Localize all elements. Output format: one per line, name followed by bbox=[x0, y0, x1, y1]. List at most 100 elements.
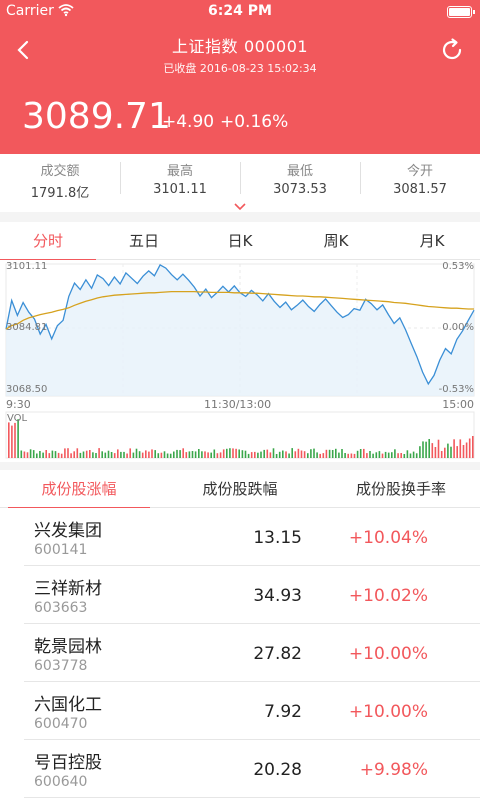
volume-bar bbox=[456, 446, 458, 458]
volume-bar bbox=[210, 452, 212, 458]
volume-bar bbox=[36, 453, 38, 458]
volume-bar bbox=[194, 451, 197, 458]
price-change-percent: +0.16% bbox=[220, 112, 289, 132]
volume-bar bbox=[85, 450, 88, 458]
volume-bar bbox=[437, 439, 440, 458]
volume-bar bbox=[219, 452, 222, 458]
volume-bar bbox=[182, 448, 184, 458]
volume-bar bbox=[39, 451, 41, 458]
refresh-icon[interactable] bbox=[438, 36, 466, 64]
x-axis-mid-label: 11:30/13:00 bbox=[204, 398, 272, 411]
volume-bar bbox=[20, 450, 23, 458]
tab-five-day[interactable]: 五日 bbox=[96, 222, 192, 260]
volume-bar bbox=[226, 448, 228, 458]
intraday-chart[interactable]: 3101.11 3084.81 3068.50 0.53% 0.00% -0.5… bbox=[0, 260, 480, 462]
volume-bar bbox=[462, 445, 465, 458]
volume-bar bbox=[8, 422, 10, 458]
volume-bar bbox=[412, 451, 415, 458]
constituent-list: 兴发集团 600141 13.15 +10.04% 三祥新材 603663 34… bbox=[0, 508, 480, 800]
stat-label: 今开 bbox=[406, 164, 433, 179]
y-axis-right-low-label: -0.53% bbox=[438, 384, 474, 395]
volume-bar bbox=[254, 451, 256, 458]
volume-bar bbox=[23, 451, 26, 458]
tab-turnover-rate[interactable]: 成份股换手率 bbox=[326, 470, 476, 508]
volume-bar bbox=[425, 441, 427, 458]
volume-bar bbox=[325, 449, 328, 458]
volume-bar bbox=[54, 451, 57, 458]
volume-bar bbox=[291, 448, 293, 458]
volume-bar bbox=[104, 452, 107, 458]
stat-value: 3101.11 bbox=[153, 182, 207, 197]
tab-intraday[interactable]: 分时 bbox=[0, 222, 96, 261]
volume-bar bbox=[107, 450, 110, 458]
tab-top-gainers[interactable]: 成份股涨幅 bbox=[4, 470, 154, 509]
volume-bar bbox=[135, 448, 138, 458]
stats-row: 成交额 1791.8亿 最高 3101.11 最低 3073.53 今开 308… bbox=[0, 154, 480, 212]
volume-bar bbox=[378, 451, 381, 458]
stock-code: 600640 bbox=[34, 774, 88, 790]
volume-bar bbox=[338, 452, 340, 458]
status-time: 6:24 PM bbox=[208, 3, 272, 19]
volume-bar bbox=[434, 447, 437, 458]
volume-bar bbox=[275, 454, 278, 458]
volume-bar bbox=[341, 449, 343, 458]
volume-bar bbox=[406, 450, 409, 458]
tab-top-losers[interactable]: 成份股跌幅 bbox=[165, 470, 315, 508]
volume-bar bbox=[310, 449, 312, 458]
y-axis-mid-label: 3084.81 bbox=[6, 322, 48, 333]
stock-price: 27.82 bbox=[253, 644, 302, 664]
list-item[interactable]: 六国化工 600470 7.92 +10.00% bbox=[0, 682, 480, 740]
y-axis-high-label: 3101.11 bbox=[6, 261, 48, 272]
volume-bar bbox=[45, 450, 47, 458]
tab-weekly-k[interactable]: 周K bbox=[288, 222, 384, 260]
volume-bar bbox=[272, 448, 275, 458]
stat-open: 今开 3081.57 bbox=[360, 154, 480, 202]
volume-bar bbox=[64, 448, 66, 458]
volume-bar bbox=[266, 449, 269, 458]
volume-bar bbox=[145, 450, 147, 458]
list-item[interactable]: 号百控股 600640 20.28 +9.98% bbox=[0, 740, 480, 798]
volume-bar bbox=[366, 453, 368, 458]
list-item[interactable]: 兴发集团 600141 13.15 +10.04% bbox=[0, 508, 480, 566]
tab-daily-k[interactable]: 日K bbox=[192, 222, 288, 260]
stock-name: 号百控股 bbox=[34, 753, 102, 773]
volume-bar bbox=[235, 448, 237, 458]
list-item[interactable]: 乾景园林 603778 27.82 +10.00% bbox=[0, 624, 480, 682]
tab-monthly-k[interactable]: 月K bbox=[384, 222, 480, 260]
volume-bar bbox=[303, 451, 306, 458]
stock-name: 三祥新材 bbox=[34, 579, 102, 599]
volume-bar bbox=[232, 448, 234, 458]
stat-low: 最低 3073.53 bbox=[240, 154, 360, 202]
volume-bar bbox=[397, 453, 399, 458]
volume-bar bbox=[356, 450, 359, 458]
volume-bar bbox=[82, 451, 85, 458]
chart-canvas bbox=[5, 263, 475, 459]
volume-bar bbox=[409, 453, 412, 458]
expand-chevron-icon[interactable] bbox=[232, 198, 248, 211]
volume-bar bbox=[241, 450, 244, 458]
volume-bar bbox=[428, 439, 430, 458]
volume-bar bbox=[92, 452, 94, 458]
volume-bar bbox=[369, 451, 371, 458]
volume-bar bbox=[422, 441, 424, 458]
volume-bar bbox=[95, 453, 97, 458]
volume-bar bbox=[431, 443, 434, 458]
y-axis-right-mid-label: 0.00% bbox=[442, 322, 474, 333]
stat-value: 1791.8亿 bbox=[30, 186, 90, 201]
volume-bar bbox=[294, 451, 297, 458]
volume-bar bbox=[278, 451, 281, 458]
period-tabs: 分时 五日 日K 周K 月K bbox=[0, 222, 480, 261]
volume-bar bbox=[201, 451, 203, 458]
volume-bar bbox=[300, 450, 303, 458]
stat-label: 成交额 bbox=[40, 164, 80, 179]
volume-bar bbox=[359, 449, 362, 458]
volume-bar bbox=[73, 451, 75, 458]
list-item[interactable]: 三祥新材 603663 34.93 +10.02% bbox=[0, 566, 480, 624]
volume-bar bbox=[132, 452, 135, 458]
volume-bar bbox=[198, 449, 200, 458]
stock-change-percent: +10.00% bbox=[348, 644, 428, 664]
volume-bar bbox=[89, 450, 91, 458]
volume-bar bbox=[157, 453, 160, 458]
volume-bar bbox=[120, 451, 122, 458]
volume-bar bbox=[216, 453, 219, 458]
